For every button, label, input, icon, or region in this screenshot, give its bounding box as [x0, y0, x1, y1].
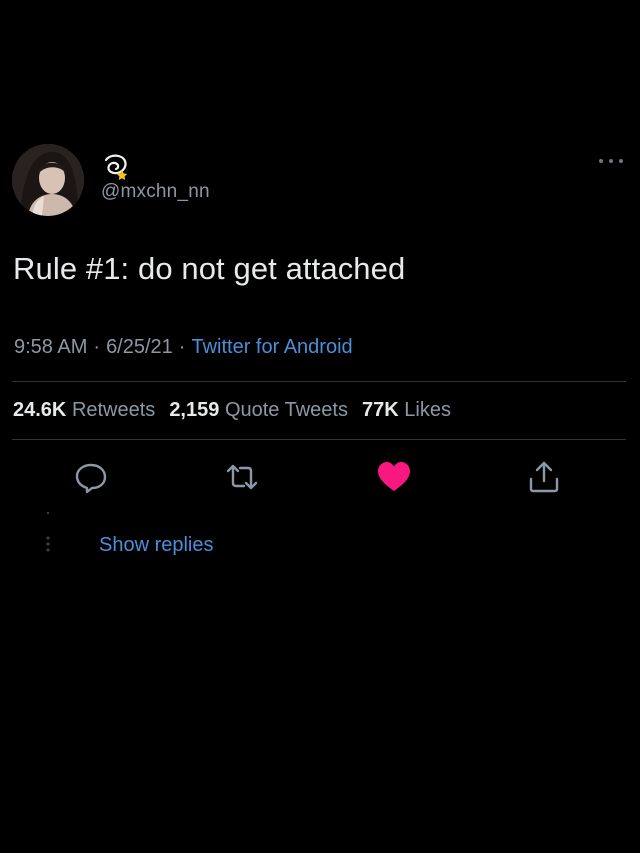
tweet-detail: @mxchn_nn Rule #1: do not get attached 9…	[0, 0, 640, 853]
reply-icon[interactable]	[73, 459, 109, 495]
retweet-icon[interactable]	[224, 459, 260, 495]
meta-separator: ·	[178, 336, 186, 358]
retweets-label: Retweets	[71, 399, 156, 421]
share-icon[interactable]	[526, 459, 562, 495]
retweets-stat[interactable]: 24.6K Retweets	[13, 399, 155, 421]
tweet-date[interactable]: 6/25/21	[106, 336, 173, 358]
tweet-meta: 9:58 AM · 6/25/21 · Twitter for Android	[14, 336, 353, 359]
quotes-stat[interactable]: 2,159 Quote Tweets	[169, 399, 348, 421]
retweets-count: 24.6K	[13, 399, 67, 421]
quotes-count: 2,159	[169, 399, 220, 421]
more-options-icon[interactable]	[596, 154, 626, 168]
likes-label: Likes	[404, 399, 451, 421]
tweet-text: Rule #1: do not get attached	[13, 251, 406, 286]
tweet-source[interactable]: Twitter for Android	[191, 336, 352, 358]
thread-line-icon	[46, 511, 50, 552]
tweet-stats: 24.6K Retweets 2,159 Quote Tweets 77K Like…	[13, 399, 451, 422]
user-handle[interactable]: @mxchn_nn	[101, 181, 210, 203]
quotes-label: Quote Tweets	[224, 399, 348, 421]
meta-separator: ·	[93, 336, 101, 358]
avatar-image	[12, 144, 84, 216]
likes-count: 77K	[361, 399, 399, 421]
likes-stat[interactable]: 77K Likes	[362, 399, 451, 421]
dizzy-emoji-icon	[104, 154, 128, 180]
divider	[12, 381, 626, 382]
show-replies-link[interactable]: Show replies	[99, 534, 214, 557]
divider	[12, 439, 626, 440]
avatar[interactable]	[12, 144, 84, 216]
tweet-time[interactable]: 9:58 AM	[14, 336, 87, 358]
heart-icon[interactable]	[376, 459, 412, 495]
